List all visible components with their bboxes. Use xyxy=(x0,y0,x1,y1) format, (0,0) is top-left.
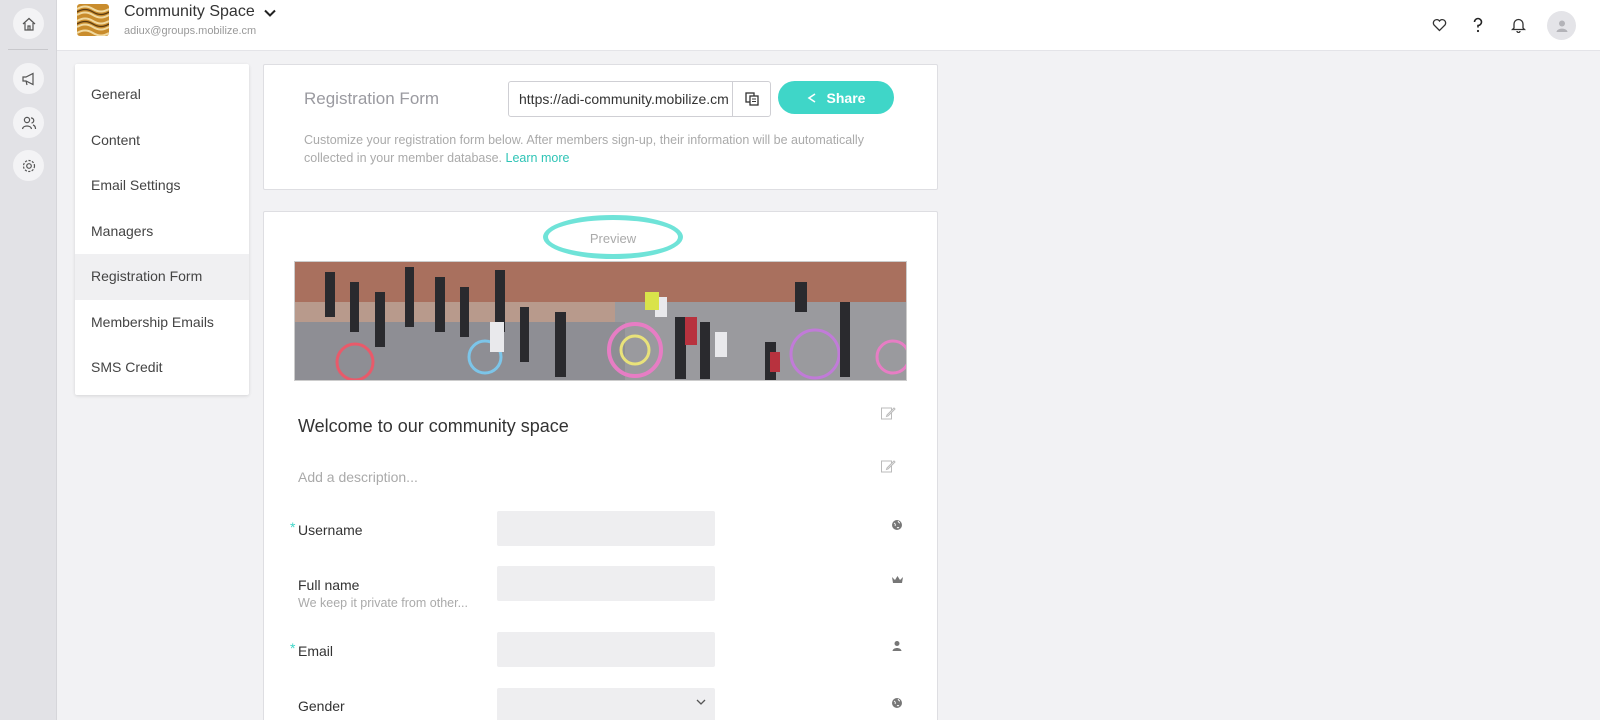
required-marker: * xyxy=(290,640,296,656)
field-label-full-name: Full name xyxy=(298,577,360,593)
email-input[interactable] xyxy=(497,632,715,667)
share-icon xyxy=(807,92,815,103)
help-icon[interactable] xyxy=(1467,14,1489,36)
registration-header-card: Registration Form https://adi-community.… xyxy=(263,64,938,190)
settings-nav: General Content Email Settings Managers … xyxy=(75,64,249,395)
app-subtitle: adiux@groups.mobilize.cm xyxy=(124,25,257,37)
edit-icon[interactable] xyxy=(880,405,896,421)
field-label-username: * Username xyxy=(290,519,363,538)
chevron-down-icon xyxy=(696,699,706,705)
registration-description-text: Customize your registration form below. … xyxy=(304,133,864,165)
field-sublabel-full-name: We keep it private from other... xyxy=(298,596,468,610)
rail-divider xyxy=(8,49,48,50)
preview-label: Preview xyxy=(589,231,637,246)
welcome-heading[interactable]: Welcome to our community space xyxy=(298,416,569,437)
gender-select[interactable] xyxy=(497,688,715,720)
chevron-down-icon[interactable] xyxy=(263,6,277,25)
registration-description: Customize your registration form below. … xyxy=(304,131,864,167)
username-label: Username xyxy=(298,522,363,538)
person-icon[interactable] xyxy=(891,639,905,653)
share-button[interactable]: Share xyxy=(778,81,894,114)
nav-item-membership-emails[interactable]: Membership Emails xyxy=(75,300,249,346)
username-input[interactable] xyxy=(497,511,715,546)
field-label-gender: Gender xyxy=(298,698,345,714)
home-icon[interactable] xyxy=(13,8,44,39)
people-icon[interactable] xyxy=(13,107,44,138)
edit-icon[interactable] xyxy=(880,458,896,474)
description-placeholder[interactable]: Add a description... xyxy=(298,469,418,485)
gear-icon[interactable] xyxy=(13,150,44,181)
nav-item-registration-form[interactable]: Registration Form xyxy=(75,254,249,300)
email-label: Email xyxy=(298,643,334,659)
registration-url-field[interactable]: https://adi-community.mobilize.cm xyxy=(508,81,733,117)
left-rail xyxy=(0,0,57,720)
field-label-email: * Email xyxy=(290,640,334,659)
full-name-input[interactable] xyxy=(497,566,715,601)
megaphone-icon[interactable] xyxy=(13,63,44,94)
avatar-icon[interactable] xyxy=(1547,11,1576,40)
learn-more-link[interactable]: Learn more xyxy=(506,151,570,165)
required-marker: * xyxy=(290,519,296,535)
banner-image[interactable] xyxy=(294,261,907,381)
nav-item-managers[interactable]: Managers xyxy=(75,209,249,255)
bell-icon[interactable] xyxy=(1507,14,1529,36)
preview-card: Preview Welcome to our community space A… xyxy=(263,211,938,720)
nav-item-general[interactable]: General xyxy=(75,72,249,118)
nav-item-email-settings[interactable]: Email Settings xyxy=(75,163,249,209)
app-title[interactable]: Community Space xyxy=(124,3,255,21)
heart-icon[interactable] xyxy=(1428,14,1450,36)
nav-item-sms-credit[interactable]: SMS Credit xyxy=(75,345,249,391)
registration-title: Registration Form xyxy=(304,89,440,108)
crown-icon[interactable] xyxy=(891,573,905,587)
globe-icon[interactable] xyxy=(891,696,905,710)
copy-url-button[interactable] xyxy=(732,81,771,117)
copy-icon xyxy=(744,92,759,106)
nav-item-content[interactable]: Content xyxy=(75,118,249,164)
community-logo[interactable] xyxy=(77,4,109,36)
top-bar: Community Space adiux@groups.mobilize.cm xyxy=(57,0,1600,51)
globe-icon[interactable] xyxy=(891,518,905,532)
share-label: Share xyxy=(826,89,866,106)
